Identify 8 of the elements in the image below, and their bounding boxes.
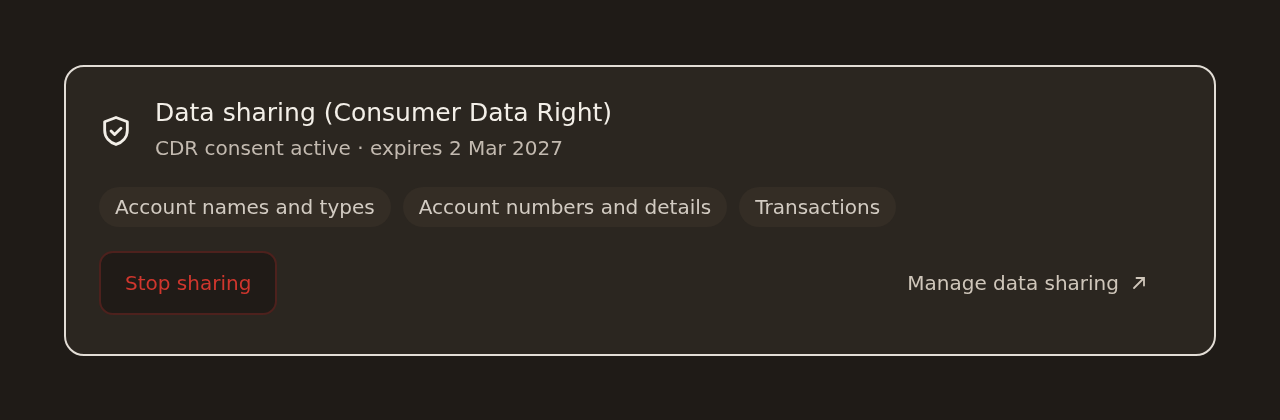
manage-link[interactable]: Manage data sharing: [907, 271, 1147, 295]
consent-status: CDR consent active · expires 2 Mar 2027: [155, 135, 564, 161]
scope-tag: Account names and types: [99, 187, 391, 227]
stop-sharing-button[interactable]: Stop sharing: [99, 251, 278, 315]
external-arrow-icon: [1131, 275, 1147, 291]
scope-tag: Transactions: [739, 187, 897, 227]
scope-tag: Account numbers and details: [402, 187, 728, 227]
card-title: Data sharing (Consumer Data Right): [155, 97, 613, 129]
